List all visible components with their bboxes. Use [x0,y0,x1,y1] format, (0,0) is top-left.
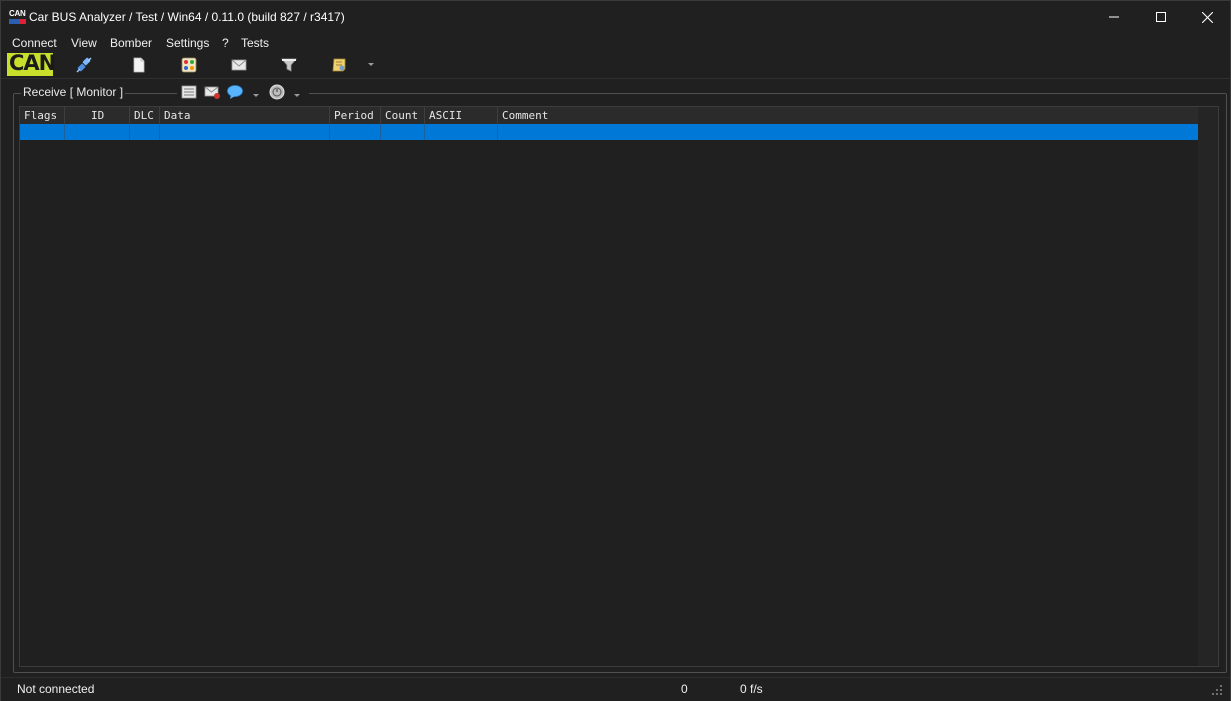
clock-icon [269,84,285,100]
comment-button[interactable] [227,84,244,105]
status-bar: Not connected 0 0 f/s [1,677,1230,701]
app-icon: CAN [9,9,26,26]
column-header-count[interactable]: Count [381,107,425,124]
envelope-icon [231,59,247,71]
menu-settings[interactable]: Settings [166,36,209,50]
close-button[interactable] [1184,1,1230,33]
panel-label: Receive [ Monitor ] [21,85,126,99]
cell-flags [20,124,65,140]
main-window: CAN Car BUS Analyzer / Test / Win64 / 0.… [0,0,1231,701]
vertical-scrollbar[interactable] [1198,107,1218,666]
column-header-comment[interactable]: Comment [498,107,1198,124]
column-header-dlc[interactable]: DLC [130,107,160,124]
column-header-period[interactable]: Period [330,107,381,124]
dropdown-arrow-icon [253,94,259,97]
table-row[interactable] [20,124,1198,140]
new-document-button[interactable] [130,56,148,74]
table-header: Flags ID DLC Data Period Count ASCII Com… [20,107,1198,124]
maximize-button[interactable] [1138,1,1184,33]
maximize-icon [1156,12,1166,22]
menu-help[interactable]: ? [222,36,229,50]
dropdown-arrow-icon [368,63,374,66]
cell-id [65,124,130,140]
column-header-data[interactable]: Data [160,107,330,124]
message-button[interactable] [230,56,248,74]
script-button[interactable] [330,56,348,74]
connection-status: Not connected [17,682,95,696]
close-icon [1201,11,1213,23]
column-header-id[interactable]: ID [65,107,130,124]
menu-view[interactable]: View [71,36,97,50]
cell-dlc [130,124,160,140]
comment-bubble-icon [227,85,243,99]
toolbar-divider [1,78,1230,79]
frame-rate: 0 f/s [740,682,763,696]
menu-bomber[interactable]: Bomber [110,36,152,50]
title-bar[interactable]: CAN Car BUS Analyzer / Test / Win64 / 0.… [1,1,1230,33]
clock-button[interactable] [269,84,285,105]
can-logo: CAN [7,51,56,76]
filter-funnel-icon [281,58,297,72]
frame-count: 0 [681,682,688,696]
list-view-button[interactable] [181,84,197,105]
dropdown-arrow-icon [294,94,300,97]
envelope-delete-icon [204,86,220,99]
resize-grip[interactable] [1211,683,1223,701]
window-title: Car BUS Analyzer / Test / Win64 / 0.11.0… [29,10,345,24]
script-scroll-icon [332,58,346,72]
menu-tests[interactable]: Tests [241,36,269,50]
script-dropdown-button[interactable] [365,56,377,74]
filter-button[interactable] [280,56,298,74]
app-icon-text: CAN [9,9,26,18]
list-view-icon [181,85,197,99]
menu-bar: Connect View Bomber Settings ? Tests [1,33,1230,53]
column-header-flags[interactable]: Flags [20,107,65,124]
comment-dropdown-button[interactable] [252,87,260,105]
minimize-icon [1109,16,1119,18]
new-document-icon [133,57,145,73]
minimize-button[interactable] [1091,1,1137,33]
connect-plug-icon [76,57,92,73]
panel-toolbar [177,81,309,103]
column-header-ascii[interactable]: ASCII [425,107,498,124]
palette-icon [181,57,197,73]
cell-comment [498,124,1198,140]
cell-period [330,124,381,140]
message-table[interactable]: Flags ID DLC Data Period Count ASCII Com… [19,106,1219,667]
cell-count [381,124,425,140]
resize-grip-icon [1212,685,1222,695]
clear-messages-button[interactable] [204,84,221,105]
menu-connect[interactable]: Connect [12,36,57,50]
palette-button[interactable] [180,56,198,74]
cell-ascii [425,124,498,140]
connect-button[interactable] [75,56,93,74]
clock-dropdown-button[interactable] [293,87,301,105]
cell-data [160,124,330,140]
